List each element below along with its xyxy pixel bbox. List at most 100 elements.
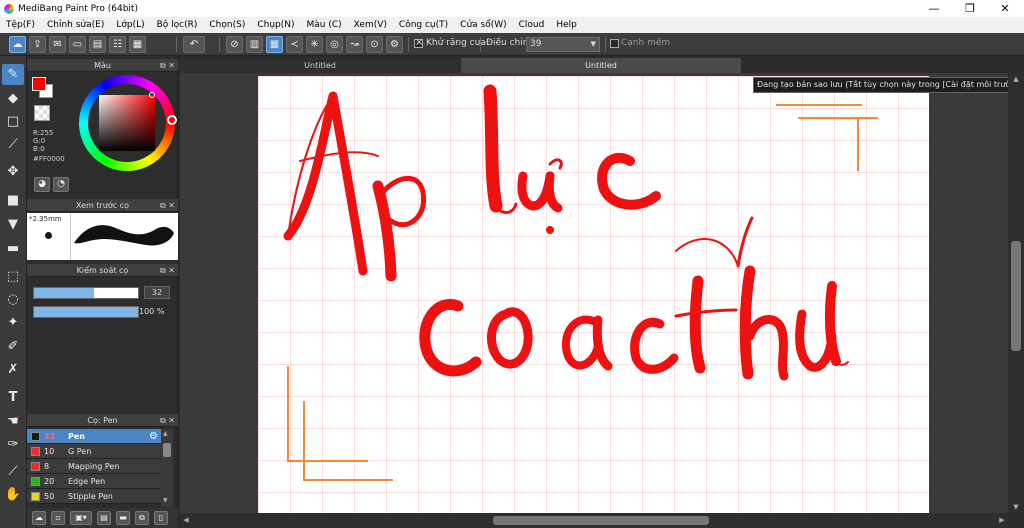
chevron-left-icon[interactable]: ◀ [180,513,192,528]
brush-item-pen[interactable]: 32 Pen ⚙ [27,429,161,444]
curve-snap-icon[interactable]: ↝ [346,36,363,53]
magic-wand-tool-icon[interactable]: ✦ [2,312,24,333]
brush-cloud-icon[interactable]: ☁ [32,511,46,525]
hand-tool-icon[interactable]: ✋ [2,484,24,505]
transparent-color-swatch[interactable] [34,105,50,121]
chevron-right-icon[interactable]: ▶ [996,513,1008,528]
vertical-scrollbar[interactable]: ▲ ▼ [1008,73,1024,513]
saturation-value-square[interactable] [99,95,155,151]
ellipse-snap-icon[interactable]: ⊙ [366,36,383,53]
brush-item-stipple-pen[interactable]: 50 Stipple Pen [27,489,161,504]
lasso-tool-icon[interactable]: ◌ [2,289,24,310]
hue-marker[interactable] [167,115,177,125]
bucket-tool-icon[interactable]: ▼ [2,214,24,235]
undo-icon[interactable]: ↶ [183,36,205,53]
comment-icon[interactable]: ✉ [49,36,66,53]
brush-size-value[interactable]: 32 [144,286,170,299]
brush-item-edge-pen[interactable]: 20 Edge Pen [27,474,161,489]
operation-tool-icon[interactable]: ☚ [2,411,24,432]
brush-settings-gear-icon[interactable]: ⚙ [149,429,158,444]
perspective-snap-icon[interactable]: ≺ [286,36,303,53]
brush-name: G Pen [68,447,92,456]
brush-list-scroll-thumb[interactable] [163,443,171,457]
fill-rect-tool-icon[interactable]: ■ [2,190,24,211]
palette-icon[interactable]: ◕ [34,177,50,192]
menu-edit[interactable]: Chỉnh sửa(E) [41,17,110,33]
chevron-down-icon[interactable]: ▼ [163,497,168,504]
menu-select[interactable]: Chọn(S) [203,17,251,33]
adjust-select[interactable]: 39 ▼ [526,37,600,52]
menu-filter[interactable]: Bộ lọc(R) [151,17,204,33]
add-brush-menu-icon[interactable]: ▣▾ [70,511,92,525]
saturation-marker[interactable] [149,92,155,98]
foreground-color-swatch[interactable] [32,77,46,91]
cloud-icon[interactable]: ☁ [9,36,26,53]
chevron-down-icon: ▼ [590,40,596,48]
chevron-up-icon[interactable]: ▲ [1008,73,1024,85]
color-history-icon[interactable]: ◔ [53,177,69,192]
select-pen-tool-icon[interactable]: ✐ [2,336,24,357]
chevron-up-icon[interactable]: ▲ [163,430,168,437]
horizontal-scroll-thumb[interactable] [493,516,709,525]
brush-copy-icon[interactable]: ▤ [97,511,111,525]
eraser-tool-icon[interactable]: ◆ [2,88,24,109]
gradient-tool-icon[interactable]: ▬ [2,238,24,259]
canvas-area[interactable] [180,73,1008,513]
drawing-canvas[interactable] [258,76,929,513]
antialias-checkbox[interactable] [414,37,423,48]
chevron-down-icon[interactable]: ▼ [1008,501,1024,513]
brush-item-g-pen[interactable]: 10 G Pen [27,444,161,459]
duplicate-icon[interactable]: ⧉ [135,511,149,525]
snap-settings-icon[interactable]: ⚙ [386,36,403,53]
delete-brush-icon[interactable]: ▯ [154,511,168,525]
menu-file[interactable]: Tệp(F) [0,17,41,33]
circle-snap-icon[interactable]: ◎ [326,36,343,53]
text-tool-icon[interactable]: T [2,387,24,408]
dropper-tool-icon[interactable]: ✑ [2,434,24,455]
page-icon[interactable]: ▤ [89,36,106,53]
menu-window[interactable]: Cửa sổ(W) [454,17,512,33]
restore-button[interactable]: ❐ [953,0,987,17]
brush-opacity-slider[interactable] [33,306,139,318]
pen-curve-tool-icon[interactable]: ⟋ [2,134,24,155]
folder-icon[interactable]: ▬ [116,511,130,525]
menu-view[interactable]: Xem(V) [348,17,393,33]
color-wheel[interactable] [79,75,177,171]
brush-list-scrollbar[interactable]: ▲ ▼ [161,429,173,507]
brush-tool-icon[interactable]: ✎ [2,64,24,85]
tab-untitled-1[interactable]: Untitled [180,58,460,73]
menu-color[interactable]: Màu (C) [301,17,348,33]
panel-float-close-icon[interactable]: ⧉ ✕ [160,264,175,277]
eyedropper-tool-icon[interactable]: ⟋ [2,461,24,482]
select-eraser-tool-icon[interactable]: ✗ [2,359,24,380]
tab-untitled-2[interactable]: Untitled [461,58,741,73]
brush-item-mapping-pen[interactable]: 8 Mapping Pen [27,459,161,474]
close-button[interactable]: ✕ [988,0,1022,17]
menu-snap[interactable]: Chụp(N) [251,17,300,33]
panel-float-close-icon[interactable]: ⧉ ✕ [160,59,175,72]
brush-size-text: 2.35mm [32,215,62,223]
vertical-scroll-thumb[interactable] [1011,241,1021,351]
menu-cloud[interactable]: Cloud [513,17,551,33]
layout-icon[interactable]: ▦ [129,36,146,53]
new-brush-icon[interactable]: ▫ [51,511,65,525]
panel-float-close-icon[interactable]: ⧉ ✕ [160,414,175,427]
brush-size-slider[interactable] [33,287,139,299]
panel-float-close-icon[interactable]: ⧉ ✕ [160,199,175,212]
dot-tool-icon[interactable]: □ [2,111,24,132]
radial-snap-icon[interactable]: ✳ [306,36,323,53]
menu-help[interactable]: Help [550,17,583,33]
grid-list-icon[interactable]: ☷ [109,36,126,53]
minimize-button[interactable]: — [917,0,951,17]
grid-snap-icon[interactable]: ▦ [266,36,283,53]
move-tool-icon[interactable]: ✥ [2,161,24,182]
no-snap-icon[interactable]: ⊘ [226,36,243,53]
parallel-snap-icon[interactable]: ▥ [246,36,263,53]
share-icon[interactable]: ⇪ [29,36,46,53]
menu-layer[interactable]: Lớp(L) [110,17,150,33]
menu-tools[interactable]: Công cụ(T) [393,17,454,33]
rect-select-tool-icon[interactable]: ⬚ [2,266,24,287]
horizontal-scrollbar[interactable]: ◀ ▶ [180,513,1008,528]
soft-edge-checkbox[interactable] [610,39,619,48]
speech-icon[interactable]: ▭ [69,36,86,53]
